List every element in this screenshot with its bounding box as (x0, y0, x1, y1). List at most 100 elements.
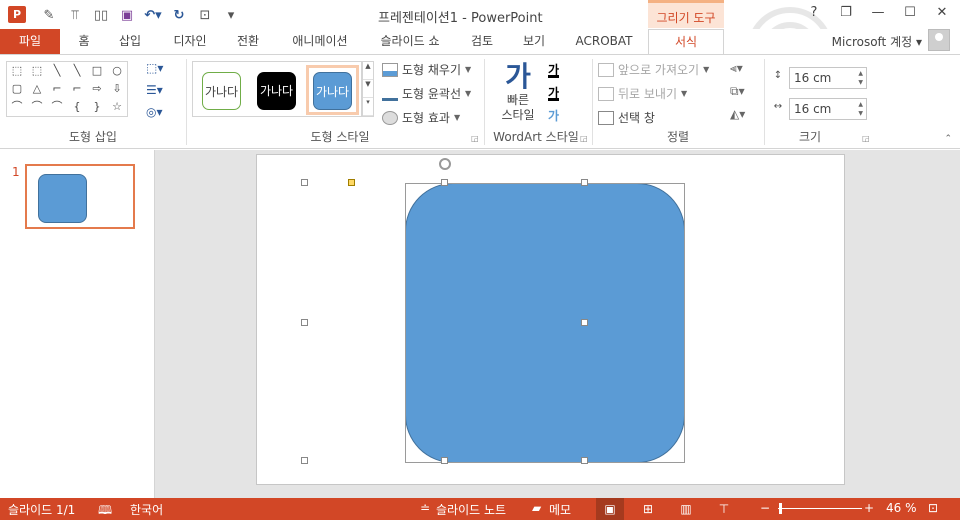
language-indicator[interactable]: 한국어 (130, 501, 163, 518)
align-top-icon[interactable]: ⫪ (64, 5, 86, 25)
text-fill-icon[interactable]: 가 (548, 61, 560, 78)
gallery-down-icon[interactable]: ▼ (363, 80, 373, 98)
spell-check-icon[interactable]: 🕮 (98, 501, 112, 520)
resize-handle-ne[interactable] (581, 179, 588, 186)
format-painter-icon[interactable]: ✎ (38, 5, 60, 25)
shape-star-icon[interactable]: ☆ (107, 98, 127, 116)
resize-handle-n[interactable] (441, 179, 448, 186)
ribbon-display-icon[interactable]: ❐ (834, 5, 858, 23)
tab-transitions[interactable]: 전환 (228, 29, 268, 54)
edit-shape-icon[interactable]: ⬚▾ (146, 61, 163, 77)
shape-down-arrow-icon[interactable]: ⇩ (107, 80, 127, 98)
shape-left-brace-icon[interactable]: { (67, 98, 87, 116)
dialog-launcher-icon[interactable]: ◲ (862, 134, 870, 143)
avatar[interactable] (928, 29, 950, 51)
reading-view-icon[interactable]: ▥ (672, 498, 700, 520)
resize-handle-se[interactable] (581, 457, 588, 464)
shape-right-arrow-icon[interactable]: ⇨ (87, 80, 107, 98)
slide-canvas[interactable] (256, 154, 845, 485)
shape-right-brace-icon[interactable]: } (87, 98, 107, 116)
gallery-more-icon[interactable]: ▾ (363, 98, 373, 116)
shape-textbox-icon[interactable]: ⬚ (7, 62, 27, 80)
slide-sorter-icon[interactable]: ⊞ (634, 498, 662, 520)
save-icon[interactable]: ▣ (116, 5, 138, 25)
text-outline-icon[interactable]: 가 (548, 84, 560, 101)
slide-thumbnail[interactable] (25, 164, 135, 229)
close-button[interactable]: ✕ (930, 5, 954, 23)
shape-triangle-icon[interactable]: △ (27, 80, 47, 98)
tab-file[interactable]: 파일 (0, 29, 60, 54)
dialog-launcher-icon[interactable]: ◲ (471, 134, 479, 143)
zoom-slider[interactable] (778, 508, 862, 509)
slideshow-view-icon[interactable]: ⊤ (710, 498, 738, 520)
shape-line-icon[interactable]: ╲ (47, 62, 67, 80)
resize-handle-s[interactable] (441, 457, 448, 464)
zoom-slider-thumb[interactable] (779, 503, 782, 514)
account-menu[interactable]: Microsoft 계정 ▾ (832, 33, 922, 50)
shape-vertical-textbox-icon[interactable]: ⬚ (27, 62, 47, 80)
spinner-icon[interactable]: ▲ ▼ (858, 100, 863, 118)
shape-rounded-rect-icon[interactable]: ▢ (7, 80, 27, 98)
text-effects-icon[interactable]: 가 (548, 107, 559, 124)
shape-rectangle-icon[interactable]: □ (87, 62, 107, 80)
tab-insert[interactable]: 삽입 (110, 29, 150, 54)
gallery-up-icon[interactable]: ▲ (363, 62, 373, 80)
zoom-level[interactable]: 46 % (886, 501, 917, 515)
redo-icon[interactable]: ↻ (168, 5, 190, 25)
adjustment-handle[interactable] (348, 179, 355, 186)
help-icon[interactable]: ? (802, 5, 826, 23)
text-box-icon[interactable]: ☰▾ (146, 83, 163, 99)
tab-acrobat[interactable]: ACROBAT (570, 29, 638, 54)
distribute-icon[interactable]: ▯▯ (90, 5, 112, 25)
style-thumb-outline-green[interactable]: 가나다 (202, 72, 241, 110)
resize-handle-e[interactable] (581, 319, 588, 326)
merge-shapes-icon[interactable]: ◎▾ (146, 105, 163, 121)
customize-qat-icon[interactable]: ▾ (220, 5, 242, 25)
tab-design[interactable]: 디자인 (165, 29, 215, 54)
style-thumb-blue[interactable]: 가나다 (313, 72, 352, 110)
rotate-icon[interactable]: ◭▾ (730, 107, 745, 124)
fit-to-window-icon[interactable]: ⊡ (928, 501, 938, 515)
zoom-out-button[interactable]: − (760, 501, 770, 515)
send-backward-button[interactable]: 뒤로 보내기 ▼ (598, 85, 709, 102)
tab-slideshow[interactable]: 슬라이드 쇼 (372, 29, 448, 54)
shape-arc-icon[interactable]: ⌒ (47, 98, 67, 116)
tab-animations[interactable]: 애니메이션 (282, 29, 358, 54)
shape-effects-button[interactable]: 도형 효과 ▼ (382, 109, 471, 126)
tab-view[interactable]: 보기 (514, 29, 554, 54)
rotate-handle-icon[interactable] (439, 158, 451, 170)
maximize-button[interactable]: ☐ (898, 5, 922, 23)
shape-freeform-icon[interactable]: ⌒ (7, 98, 27, 116)
tab-review[interactable]: 검토 (462, 29, 502, 54)
selection-pane-button[interactable]: 선택 창 (598, 109, 709, 126)
tab-home[interactable]: 홈 (68, 29, 100, 54)
shape-arrow-line-icon[interactable]: ╲ (67, 62, 87, 80)
bring-forward-button[interactable]: 앞으로 가져오기 ▼ (598, 61, 709, 78)
comments-button[interactable]: 메모 (549, 501, 571, 518)
resize-handle-w[interactable] (301, 319, 308, 326)
spinner-icon[interactable]: ▲ ▼ (858, 69, 863, 87)
tab-format[interactable]: 서식 (648, 29, 724, 55)
shape-connector-icon[interactable]: ⌐ (47, 80, 67, 98)
shape-width-input[interactable]: 16 cm ▲ ▼ (789, 98, 867, 120)
shape-fill-button[interactable]: 도형 채우기 ▼ (382, 61, 471, 78)
shape-height-input[interactable]: 16 cm ▲ ▼ (789, 67, 867, 89)
normal-view-icon[interactable]: ▣ (596, 498, 624, 520)
group-icon[interactable]: ⧉▾ (730, 84, 745, 101)
shape-curve-icon[interactable]: ⌒ (27, 98, 47, 116)
dialog-launcher-icon[interactable]: ◲ (580, 134, 588, 143)
shape-outline-button[interactable]: 도형 윤곽선 ▼ (382, 85, 471, 102)
start-slideshow-icon[interactable]: ⊡ (194, 5, 216, 25)
undo-icon[interactable]: ↶▾ (142, 5, 164, 25)
style-thumb-black[interactable]: 가나다 (257, 72, 296, 110)
align-icon[interactable]: ⫷▾ (730, 61, 745, 78)
quick-styles-button[interactable]: 가 빠른 스타일 (494, 61, 542, 123)
resize-handle-nw[interactable] (301, 179, 308, 186)
shape-oval-icon[interactable]: ○ (107, 62, 127, 80)
resize-handle-sw[interactable] (301, 457, 308, 464)
zoom-in-button[interactable]: + (864, 501, 874, 515)
minimize-button[interactable]: — (866, 5, 890, 23)
shape-elbow-connector-icon[interactable]: ⌐ (67, 80, 87, 98)
collapse-ribbon-icon[interactable]: ⌃ (944, 134, 952, 144)
notes-button[interactable]: 슬라이드 노트 (436, 501, 506, 518)
